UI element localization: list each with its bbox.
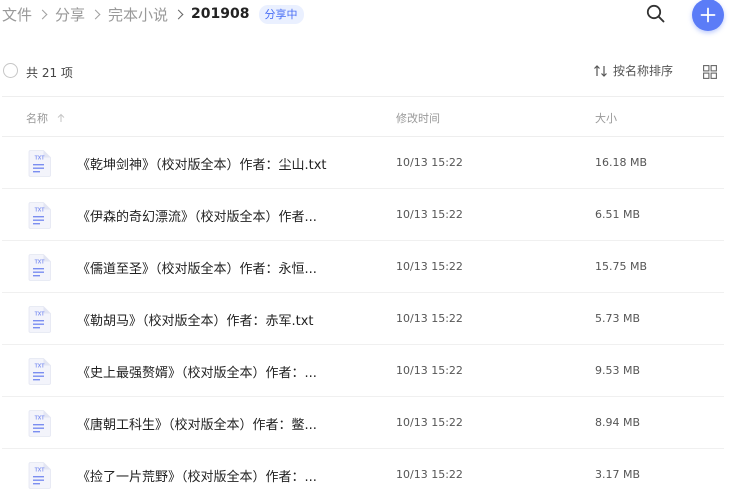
list-summary-bar: 共 21 项 按名称排序 — [0, 58, 729, 84]
column-header-name-label: 名称 — [26, 112, 48, 125]
chevron-right-icon — [173, 9, 184, 19]
file-modified-time: 10/13 15:22 — [396, 364, 463, 377]
item-count: 共 21 项 — [26, 66, 73, 80]
file-modified-time: 10/13 15:22 — [396, 312, 463, 325]
plus-icon — [700, 7, 716, 23]
sort-label: 按名称排序 — [613, 64, 674, 78]
file-size: 8.94 MB — [595, 416, 641, 429]
grid-view-icon — [703, 65, 717, 79]
file-size: 16.18 MB — [595, 156, 648, 169]
search-icon — [646, 4, 665, 23]
file-modified-time: 10/13 15:22 — [396, 260, 463, 273]
column-header-size: 大小 — [595, 112, 617, 125]
share-status-badge: 分享中 — [258, 4, 304, 24]
file-row[interactable]: TXT 《乾坤剑神》（校对版全本）作者：尘山.txt 10/13 15:22 16.1… — [0, 137, 729, 189]
file-type-label: TXT — [35, 208, 46, 214]
header-divider — [2, 96, 724, 97]
file-modified-time: 10/13 15:22 — [396, 156, 463, 169]
sort-arrows-icon — [594, 64, 607, 77]
file-name: 《勒胡马》（校对版全本）作者：赤军.txt — [77, 314, 314, 329]
file-row[interactable]: TXT 《史上最强赘婿》（校对版全本）作者：... 10/13 15:22 9.53 … — [0, 345, 729, 397]
file-row[interactable]: TXT 《捡了一片荒野》（校对版全本）作者：... 10/13 15:22 3.17 … — [0, 449, 729, 492]
chevron-right-icon — [90, 9, 101, 19]
file-size: 9.53 MB — [595, 364, 641, 377]
file-modified-time: 10/13 15:22 — [396, 468, 463, 481]
add-button[interactable] — [692, 0, 724, 31]
file-type-label: TXT — [35, 312, 46, 318]
file-size: 3.17 MB — [595, 468, 641, 481]
file-row[interactable]: TXT 《伊森的奇幻漂流》（校对版全本）作者... 10/13 15:22 6.51 … — [0, 189, 729, 241]
chevron-right-icon — [37, 9, 48, 19]
txt-file-icon: TXT — [28, 358, 51, 385]
table-header: 名称 修改时间 大小 — [0, 98, 729, 136]
txt-file-icon: TXT — [28, 150, 51, 177]
column-header-modified: 修改时间 — [396, 112, 440, 125]
search-button[interactable] — [645, 3, 667, 25]
file-name: 《唐朝工科生》（校对版全本）作者：鳖... — [77, 418, 317, 433]
breadcrumb: 文件 分享 完本小说 201908 分享中 — [2, 3, 304, 25]
file-type-label: TXT — [35, 416, 46, 422]
file-type-label: TXT — [35, 364, 46, 370]
file-row[interactable]: TXT 《儒道至圣》（校对版全本）作者：永恒... 10/13 15:22 15.75… — [0, 241, 729, 293]
breadcrumb-item-novels[interactable]: 完本小说 — [108, 4, 168, 25]
txt-file-icon: TXT — [28, 462, 51, 489]
file-name: 《儒道至圣》（校对版全本）作者：永恒... — [77, 262, 317, 277]
grid-view-button[interactable] — [703, 64, 717, 79]
file-list: TXT 《乾坤剑神》（校对版全本）作者：尘山.txt 10/13 15:22 16.1… — [0, 137, 729, 492]
breadcrumb-item-share[interactable]: 分享 — [55, 4, 85, 25]
select-all-checkbox[interactable] — [3, 63, 18, 78]
txt-file-icon: TXT — [28, 410, 51, 437]
file-size: 6.51 MB — [595, 208, 641, 221]
file-modified-time: 10/13 15:22 — [396, 416, 463, 429]
file-type-label: TXT — [35, 260, 46, 266]
file-row[interactable]: TXT 《唐朝工科生》（校对版全本）作者：鳖... 10/13 15:22 8.94 … — [0, 397, 729, 449]
file-name: 《捡了一片荒野》（校对版全本）作者：... — [77, 470, 317, 485]
file-type-label: TXT — [35, 156, 46, 162]
txt-file-icon: TXT — [28, 306, 51, 333]
sort-button[interactable]: 按名称排序 — [593, 62, 673, 79]
breadcrumb-item-current: 201908 — [191, 6, 250, 22]
breadcrumb-item-files[interactable]: 文件 — [2, 4, 32, 25]
file-name: 《史上最强赘婿》（校对版全本）作者：... — [77, 366, 317, 381]
file-name: 《伊森的奇幻漂流》（校对版全本）作者... — [77, 210, 317, 225]
txt-file-icon: TXT — [28, 254, 51, 281]
column-header-name[interactable]: 名称 — [26, 110, 66, 126]
file-modified-time: 10/13 15:22 — [396, 208, 463, 221]
txt-file-icon: TXT — [28, 202, 51, 229]
file-type-label: TXT — [35, 468, 46, 474]
file-size: 5.73 MB — [595, 312, 641, 325]
file-row[interactable]: TXT 《勒胡马》（校对版全本）作者：赤军.txt 10/13 15:22 5.73 … — [0, 293, 729, 345]
file-size: 15.75 MB — [595, 260, 648, 273]
top-bar: 文件 分享 完本小说 201908 分享中 — [0, 0, 729, 31]
file-name: 《乾坤剑神》（校对版全本）作者：尘山.txt — [77, 158, 327, 173]
sort-up-arrow-icon — [57, 113, 65, 122]
